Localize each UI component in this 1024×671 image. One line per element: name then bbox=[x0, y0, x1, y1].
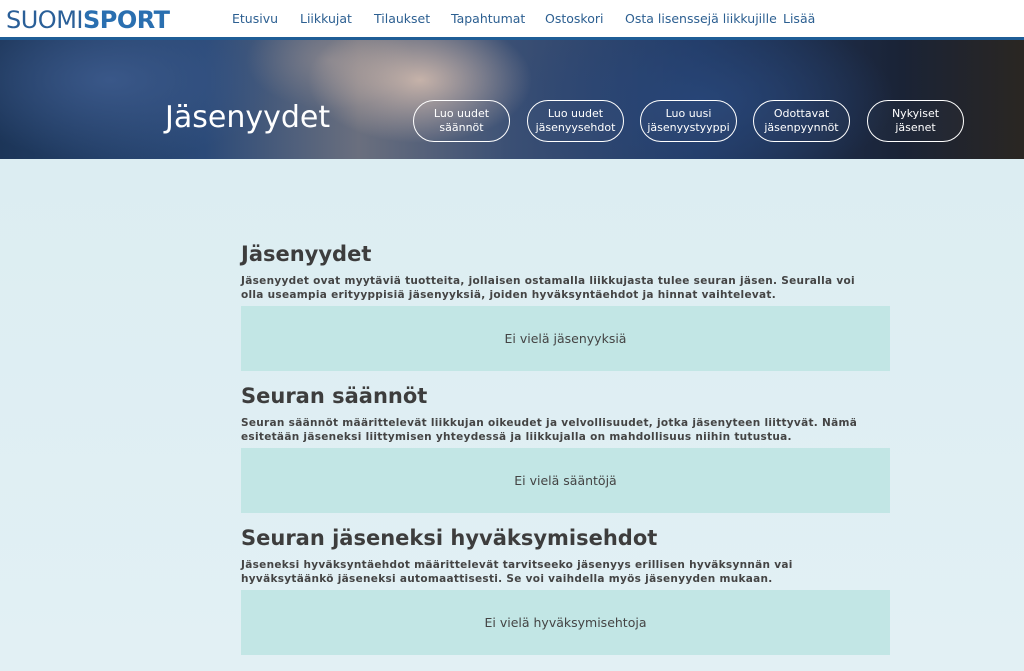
create-membership-type-button[interactable]: Luo uusi jäsenyystyyppi bbox=[640, 100, 737, 142]
empty-state-memberships: Ei vielä jäsenyyksiä bbox=[241, 306, 890, 371]
create-membership-terms-button[interactable]: Luo uudet jäsenyysehdot bbox=[527, 100, 624, 142]
nav-liikkujat[interactable]: Liikkujat bbox=[300, 11, 352, 26]
section-description-acceptance: Jäseneksi hyväksyntäehdot määrittelevät … bbox=[241, 559, 793, 585]
hero-banner bbox=[0, 40, 1024, 159]
nav-tapahtumat[interactable]: Tapahtumat bbox=[451, 11, 525, 26]
nav-tilaukset[interactable]: Tilaukset bbox=[374, 11, 430, 26]
empty-state-acceptance: Ei vielä hyväksymisehtoja bbox=[241, 590, 890, 655]
section-title-acceptance: Seuran jäseneksi hyväksymisehdot bbox=[241, 526, 658, 550]
page-title: Jäsenyydet bbox=[165, 100, 331, 135]
section-description-rules: Seuran säännöt määrittelevät liikkujan o… bbox=[241, 417, 858, 443]
section-title-memberships: Jäsenyydet bbox=[241, 242, 372, 266]
top-navigation-bar: SUOMISPORT Etusivu Liikkujat Tilaukset T… bbox=[0, 0, 1024, 40]
section-description-memberships: Jäsenyydet ovat myytäviä tuotteita, joll… bbox=[241, 275, 855, 301]
suomisport-logo[interactable]: SUOMISPORT bbox=[6, 7, 170, 33]
empty-state-rules: Ei vielä sääntöjä bbox=[241, 448, 890, 513]
nav-osta-lisensseja[interactable]: Osta lisenssejä liikkujille bbox=[625, 11, 777, 26]
current-members-button[interactable]: Nykyiset jäsenet bbox=[867, 100, 964, 142]
section-title-rules: Seuran säännöt bbox=[241, 384, 428, 408]
pending-requests-button[interactable]: Odottavat jäsenpyynnöt bbox=[753, 100, 850, 142]
nav-ostoskori[interactable]: Ostoskori bbox=[545, 11, 603, 26]
nav-lisaa[interactable]: Lisää bbox=[783, 11, 815, 26]
create-rules-button[interactable]: Luo uudet säännöt bbox=[413, 100, 510, 142]
nav-etusivu[interactable]: Etusivu bbox=[232, 11, 278, 26]
